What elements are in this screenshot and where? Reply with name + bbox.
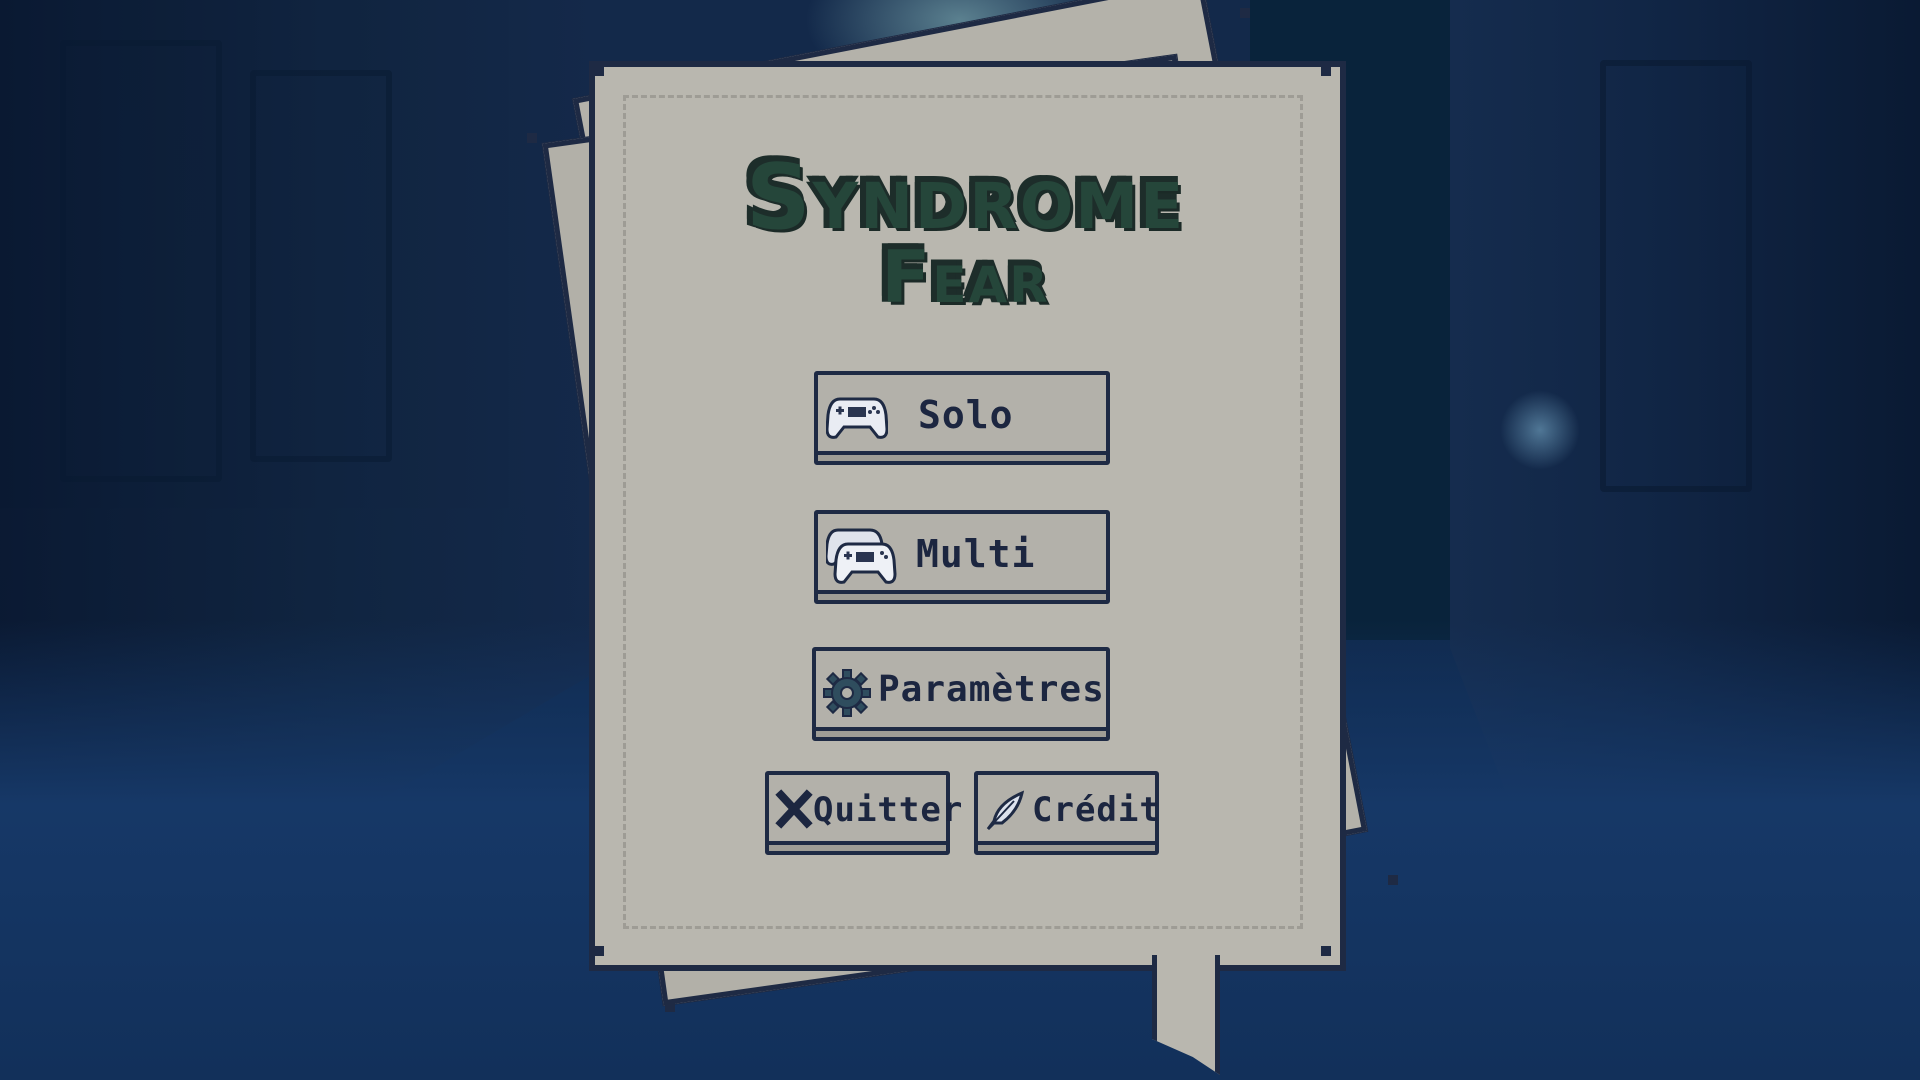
paper-nail <box>594 946 604 956</box>
credit-label: Crédit <box>1032 790 1161 830</box>
gamepad-icon <box>825 393 889 445</box>
quit-button[interactable]: Quitter <box>765 771 962 855</box>
settings-label: Paramètres <box>878 669 1105 710</box>
paper-nail <box>1321 66 1331 76</box>
multi-label: Multi <box>916 532 1036 576</box>
feather-icon <box>984 789 1028 837</box>
paper-nail <box>1321 946 1331 956</box>
game-title-line2: Fear <box>590 238 1335 310</box>
paper-nail <box>1388 875 1398 885</box>
paper-nail <box>527 133 537 143</box>
game-title: Syndrome Fear <box>590 150 1335 311</box>
close-icon <box>775 789 813 833</box>
two-gamepads-icon <box>824 526 898 590</box>
solo-label: Solo <box>918 393 1014 437</box>
quit-label: Quitter <box>813 790 964 830</box>
game-scene: Syndrome Fear Solo Multi Paramètres Quit… <box>0 0 1920 1080</box>
solo-button[interactable]: Solo <box>814 371 1110 465</box>
paper-nail <box>594 66 604 76</box>
paper-nail <box>665 1002 675 1012</box>
multi-button[interactable]: Multi <box>814 510 1110 604</box>
settings-button[interactable]: Paramètres <box>812 647 1110 741</box>
credit-button[interactable]: Crédit <box>974 771 1161 855</box>
paper-nail <box>1240 8 1250 18</box>
gear-icon <box>822 668 872 722</box>
ambient-light <box>1500 390 1580 470</box>
game-title-line1: Syndrome <box>590 150 1335 240</box>
